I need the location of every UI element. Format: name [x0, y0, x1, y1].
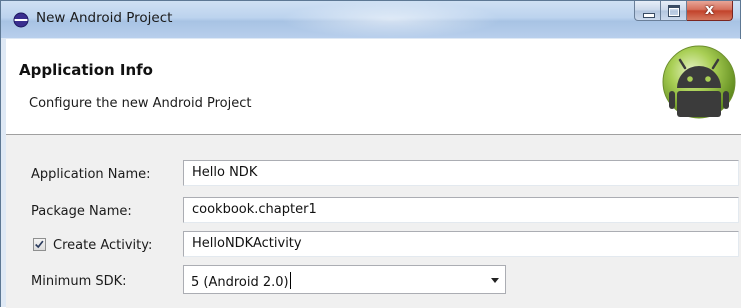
app-icon [13, 12, 29, 28]
package-name-label: Package Name: [31, 204, 132, 219]
title-bar-glow [281, 1, 501, 38]
chevron-down-icon[interactable] [491, 278, 499, 283]
maximize-icon [668, 5, 680, 17]
create-activity-label[interactable]: Create Activity: [53, 238, 152, 253]
android-logo-icon [662, 45, 736, 119]
header-banner: Application Info Configure the new Andro… [6, 39, 741, 135]
title-bar[interactable]: New Android Project x [1, 1, 740, 38]
minimize-button[interactable] [634, 1, 661, 21]
application-info-form: Application Name: Hello NDK Package Name… [6, 135, 741, 308]
checkmark-icon [35, 240, 44, 249]
new-android-project-window: New Android Project x Application Info C… [0, 0, 741, 308]
text-cursor [289, 272, 291, 289]
window-title: New Android Project [36, 10, 173, 26]
package-name-input[interactable]: cookbook.chapter1 [183, 197, 739, 223]
minimum-sdk-value: 5 (Android 2.0) [191, 272, 291, 290]
minimize-icon [643, 13, 655, 18]
minimum-sdk-dropdown[interactable]: 5 (Android 2.0) [183, 265, 506, 294]
page-title: Application Info [19, 61, 153, 79]
maximize-button[interactable] [661, 1, 687, 21]
page-description: Configure the new Android Project [29, 96, 252, 111]
window-controls: x [634, 1, 733, 23]
create-activity-checkbox[interactable] [33, 238, 46, 251]
close-icon: x [704, 2, 715, 18]
application-name-label: Application Name: [31, 167, 151, 182]
minimum-sdk-label: Minimum SDK: [31, 274, 127, 289]
application-name-input[interactable]: Hello NDK [183, 160, 739, 186]
create-activity-input[interactable]: HelloNDKActivity [183, 231, 739, 257]
close-button[interactable]: x [687, 1, 733, 21]
